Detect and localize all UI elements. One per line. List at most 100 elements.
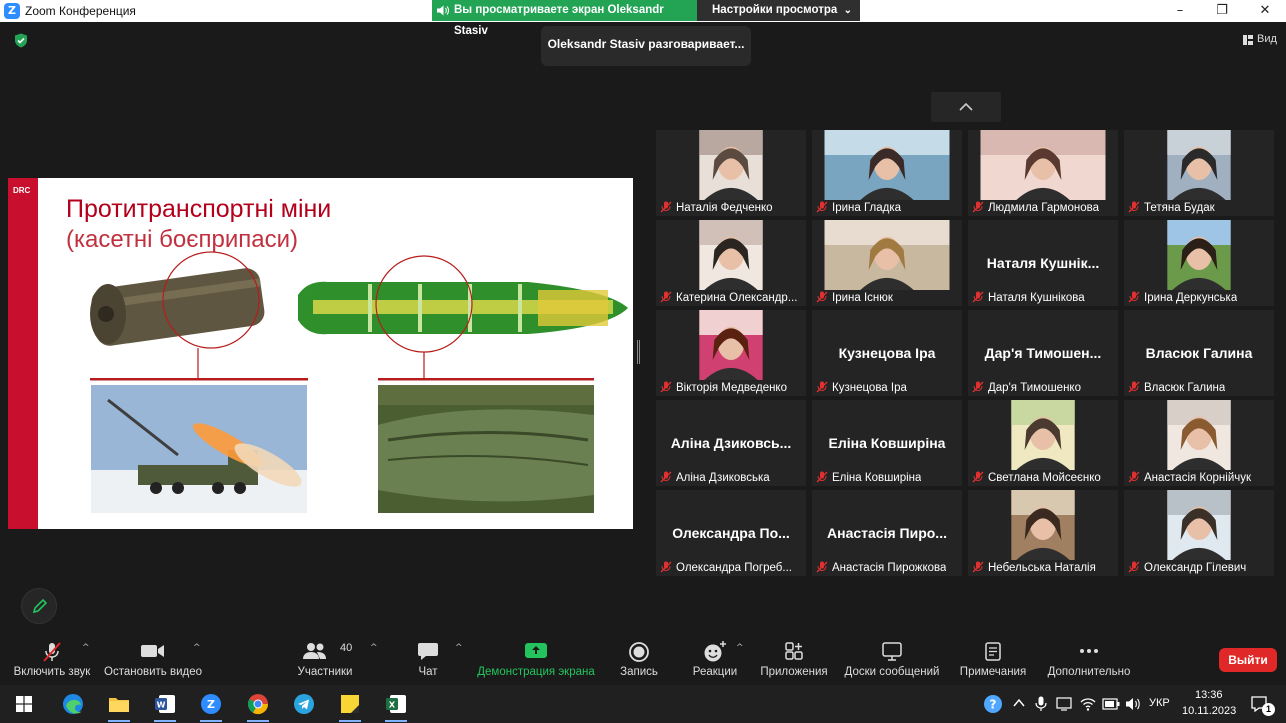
restore-icon[interactable]: ❐ <box>1207 2 1237 20</box>
share-screen-button[interactable]: Демонстрация экрана <box>474 633 598 685</box>
video-caret-icon[interactable]: ^ <box>193 643 201 653</box>
file-explorer-icon[interactable] <box>108 693 130 715</box>
svg-text:W: W <box>157 701 166 710</box>
chat-button[interactable]: Чат <box>405 633 451 685</box>
reactions-icon <box>704 641 726 662</box>
slide-illustration <box>90 251 628 513</box>
participant-tile[interactable]: Аліна Дзиковсь... Аліна Дзиковська <box>656 400 806 486</box>
participant-tile[interactable]: Небельська Наталія <box>968 490 1118 576</box>
whiteboards-label: Доски сообщений <box>844 666 940 678</box>
participant-tile[interactable]: Катерина Олександр... <box>656 220 806 306</box>
notes-button[interactable]: Примечания <box>956 633 1030 685</box>
participant-name: Ірина Гладка <box>832 202 902 214</box>
battery-icon[interactable] <box>1102 698 1120 710</box>
telegram-icon[interactable] <box>293 693 315 715</box>
participants-caret-icon[interactable]: ^ <box>370 643 378 653</box>
gallery-scroll-up-button[interactable] <box>931 92 1001 122</box>
clock-date[interactable]: 10.11.2023 <box>1182 705 1236 717</box>
participant-name: Дар'я Тимошенко <box>988 382 1081 394</box>
participant-tile[interactable]: Анастасія Корнійчук <box>1124 400 1274 486</box>
participant-tile[interactable]: Анастасія Пиро... Анастасія Пирожкова <box>812 490 962 576</box>
rocket-launcher-photo <box>91 385 307 513</box>
participant-video <box>1167 130 1231 200</box>
share-banner: Вы просматриваете экран Oleksandr Stasiv <box>432 0 697 37</box>
screen-share-tray-icon[interactable] <box>1056 697 1072 711</box>
view-options-label: Настройки просмотра <box>712 4 838 16</box>
participant-tile[interactable]: Ірина Деркунська <box>1124 220 1274 306</box>
edge-browser-icon[interactable] <box>62 693 84 715</box>
participant-video <box>699 310 763 380</box>
participants-button[interactable]: Участники <box>290 633 360 685</box>
zoom-app-icon[interactable]: Z <box>200 693 222 715</box>
chrome-icon[interactable] <box>247 693 269 715</box>
participants-count: 40 <box>340 642 353 654</box>
participant-name: Власюк Галина <box>1144 382 1226 394</box>
participant-tile[interactable]: Наталія Федченко <box>656 130 806 216</box>
mic-muted-icon <box>660 471 672 483</box>
clock-time[interactable]: 13:36 <box>1195 689 1223 701</box>
participant-tile[interactable]: Кузнецова Іра Кузнецова Іра <box>812 310 962 396</box>
view-grid-icon[interactable] <box>1243 35 1253 45</box>
view-button[interactable]: Вид <box>1257 33 1277 45</box>
participant-tile[interactable]: Еліна Ковширіна Еліна Ковширіна <box>812 400 962 486</box>
chevron-up-icon[interactable] <box>1013 698 1025 708</box>
participant-tile[interactable]: Олександра По... Олександра Погреб... <box>656 490 806 576</box>
participant-name: Наталя Кушнікова <box>988 292 1085 304</box>
participant-tile[interactable]: Наталя Кушнік... Наталя Кушнікова <box>968 220 1118 306</box>
participant-name: Светлана Мойсеєнко <box>988 472 1101 484</box>
view-options-dropdown[interactable]: Настройки просмотра ⌄ <box>697 0 860 21</box>
word-icon[interactable]: W <box>154 693 176 715</box>
svg-text:?: ? <box>990 698 997 712</box>
participant-name: Анастасія Корнійчук <box>1144 472 1252 484</box>
close-icon[interactable]: ✕ <box>1250 2 1280 20</box>
annotate-button[interactable] <box>21 588 57 624</box>
encryption-shield-icon[interactable] <box>14 33 28 48</box>
shared-screen[interactable]: DRC Протитранспортні міни (касетні боєпр… <box>8 178 633 529</box>
help-icon[interactable]: ? <box>983 694 1003 714</box>
speaker-icon <box>437 5 449 16</box>
buried-submunition-photo <box>378 385 594 513</box>
video-camera-icon <box>141 645 164 657</box>
participant-tile[interactable]: Светлана Мойсеєнко <box>968 400 1118 486</box>
reactions-caret-icon[interactable]: ^ <box>736 643 744 653</box>
record-button[interactable]: Запись <box>612 633 666 685</box>
more-button[interactable]: Дополнительно <box>1044 633 1134 685</box>
participant-tile[interactable]: Олександр Гілевич <box>1124 490 1274 576</box>
participant-tile[interactable]: Людмила Гармонова <box>968 130 1118 216</box>
leave-button[interactable]: Выйти <box>1219 648 1277 672</box>
participant-tile[interactable]: Дар'я Тимошен... Дар'я Тимошенко <box>968 310 1118 396</box>
wifi-icon[interactable] <box>1080 697 1096 711</box>
excel-icon[interactable]: X <box>385 693 407 715</box>
participant-tile[interactable]: Тетяна Будак <box>1124 130 1274 216</box>
participant-tile[interactable]: Ірина Гладка <box>812 130 962 216</box>
audio-caret-icon[interactable]: ^ <box>82 643 90 653</box>
participant-display-name: Наталя Кушнік... <box>986 255 1100 271</box>
participants-icon <box>303 643 326 659</box>
participant-display-name: Дар'я Тимошен... <box>984 345 1102 361</box>
share-screen-label: Демонстрация экрана <box>477 666 595 678</box>
microphone-icon[interactable] <box>1035 696 1047 712</box>
mic-muted-icon <box>816 201 828 213</box>
reactions-button[interactable]: Реакции <box>688 633 742 685</box>
windows-start-icon[interactable] <box>16 696 32 712</box>
svg-text:Z: Z <box>207 698 215 711</box>
sticky-notes-icon[interactable] <box>339 693 361 715</box>
unmute-button[interactable]: Включить звук <box>6 633 98 685</box>
input-language[interactable]: УКР <box>1149 697 1170 709</box>
volume-icon[interactable] <box>1125 697 1141 711</box>
mic-muted-icon <box>972 201 984 213</box>
svg-text:X: X <box>389 701 396 710</box>
stop-video-button[interactable]: Остановить видео <box>100 633 206 685</box>
chat-caret-icon[interactable]: ^ <box>455 643 463 653</box>
splitter-handle[interactable] <box>637 340 640 364</box>
mic-muted-icon <box>660 561 672 573</box>
slide-title: Протитранспортні міни <box>66 195 332 223</box>
participant-video <box>824 220 950 290</box>
whiteboards-button[interactable]: Доски сообщений <box>842 633 942 685</box>
participant-tile[interactable]: Власюк Галина Власюк Галина <box>1124 310 1274 396</box>
participant-tile[interactable]: Вікторія Медведенко <box>656 310 806 396</box>
minimize-icon[interactable]: – <box>1165 2 1195 20</box>
participant-tile[interactable]: Ірина Існюк <box>812 220 962 306</box>
participant-name: Кузнецова Іра <box>832 382 907 394</box>
apps-button[interactable]: Приложения <box>758 633 830 685</box>
